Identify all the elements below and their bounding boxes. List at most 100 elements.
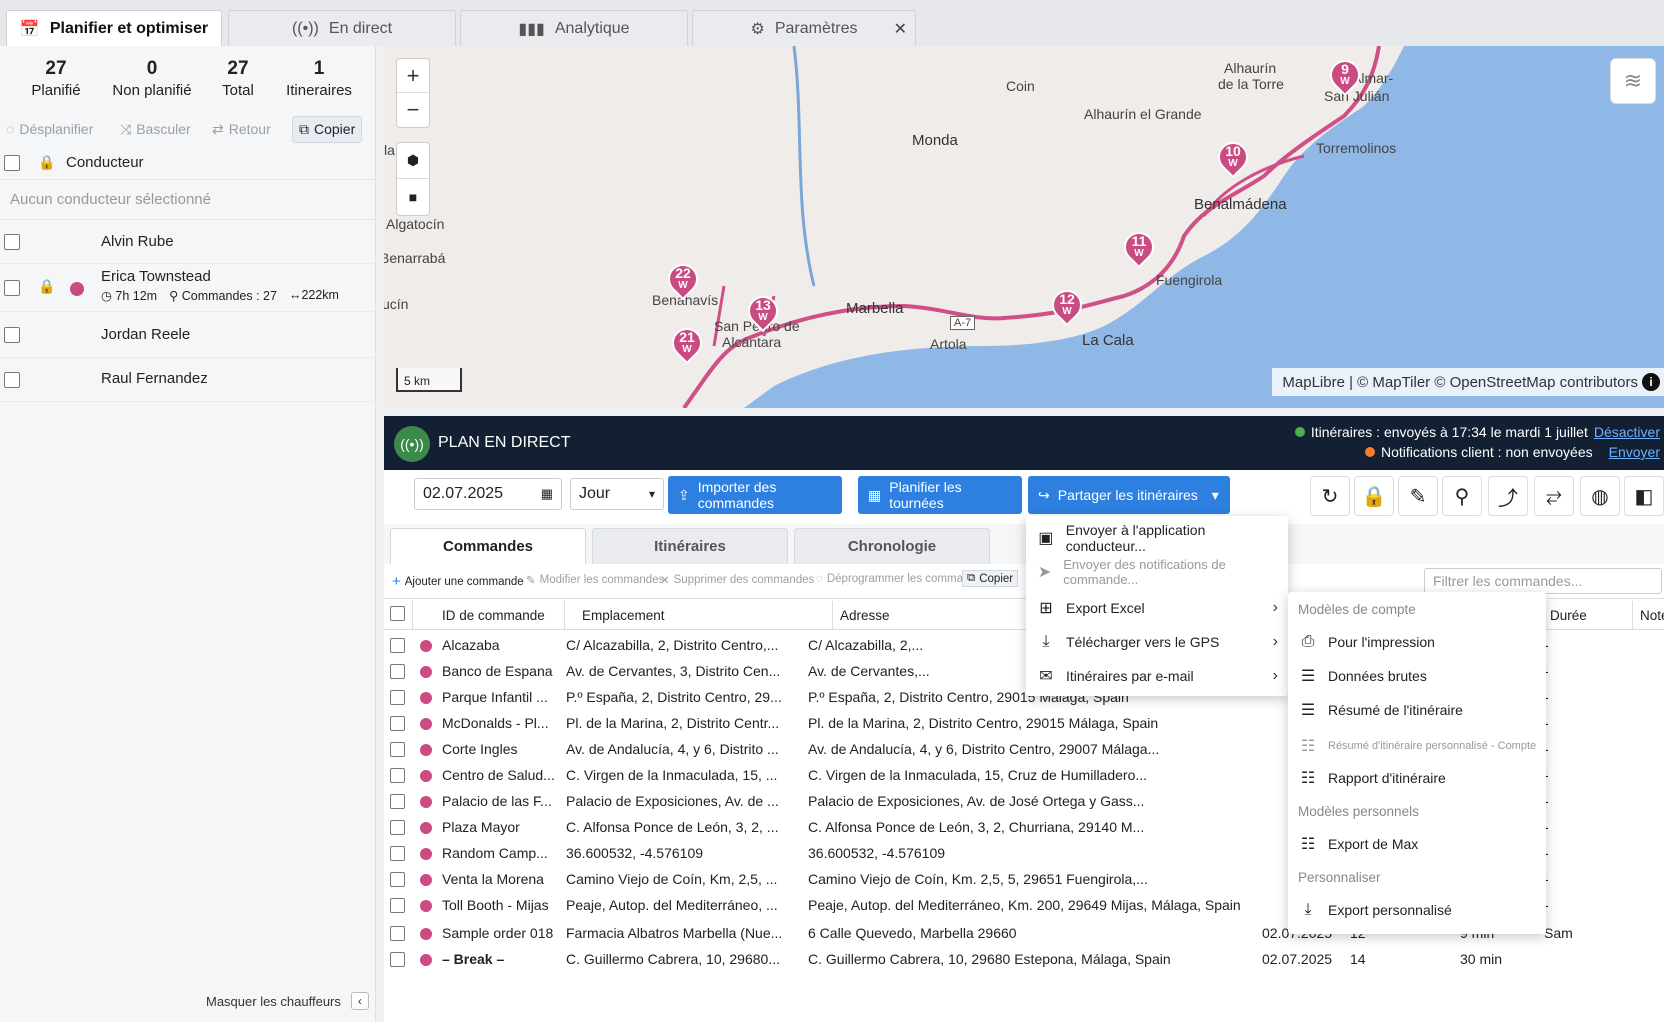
menu-item-route-report[interactable]: ☷ Rapport d'itinéraire	[1288, 762, 1546, 794]
order-id-cell: Banco de Espana	[442, 663, 553, 679]
copy-button[interactable]: ⧉ Copier	[292, 115, 363, 143]
driver-row[interactable]: Alvin Rube	[0, 220, 376, 264]
close-icon[interactable]: ✕	[894, 19, 907, 39]
info-icon[interactable]: i	[1642, 373, 1660, 391]
rectangle-tool-button[interactable]: ■	[397, 179, 429, 215]
menu-item-print[interactable]: ⎙ Pour l'impression	[1288, 626, 1546, 658]
column-header-duration[interactable]: Durée	[1550, 608, 1587, 623]
tab-timeline[interactable]: Chronologie	[794, 528, 990, 564]
route-stop-pin[interactable]: 21 W	[665, 321, 709, 374]
layers-icon: ≋	[1623, 68, 1643, 93]
order-id-cell: Palacio de las F...	[442, 793, 552, 809]
note-button[interactable]: ✎	[1398, 476, 1438, 516]
tab-routes[interactable]: Itinéraires	[592, 528, 788, 564]
filter-orders-input[interactable]: Filtrer les commandes... ⌕	[1424, 568, 1662, 594]
back-button[interactable]: ⇄ Retour	[212, 121, 271, 138]
send-link[interactable]: Envoyer	[1609, 444, 1660, 460]
edit-orders-button[interactable]: ✎ Modifier les commandes	[526, 573, 664, 587]
column-header-location[interactable]: Emplacement	[582, 608, 665, 623]
column-header-address[interactable]: Adresse	[840, 608, 890, 623]
route-stop-pin[interactable]: 13 W	[741, 289, 785, 342]
driver-checkbox[interactable]	[4, 372, 20, 388]
menu-item-gps[interactable]: ⤓ Télécharger vers le GPS ›	[1026, 626, 1288, 658]
zoom-in-button[interactable]: +	[397, 59, 429, 93]
order-status-dot	[420, 900, 432, 912]
driver-checkbox[interactable]	[4, 234, 20, 250]
table-row[interactable]: – Break – C. Guillermo Cabrera, 10, 29680…	[384, 946, 1664, 972]
menu-item-raw-data[interactable]: ☰ Données brutes	[1288, 660, 1546, 692]
menu-item-route-summary[interactable]: ☰ Résumé de l'itinéraire	[1288, 694, 1546, 726]
driver-row[interactable]: Jordan Reele	[0, 312, 376, 358]
unplan-button[interactable]: ◌ Désplanifier	[6, 121, 93, 137]
lock-button[interactable]: 🔒	[1354, 476, 1394, 516]
route-stop-pin[interactable]: 10 W	[1211, 135, 1255, 188]
menu-item-custom-export[interactable]: ⤓ Export personnalisé	[1288, 894, 1546, 926]
tab-plan-optimize[interactable]: 📅 Planifier et optimiser	[6, 10, 222, 46]
row-checkbox[interactable]	[390, 872, 405, 887]
hide-drivers-label[interactable]: Masquer les chauffeurs	[206, 994, 341, 1009]
period-select[interactable]: Jour ▾	[570, 478, 664, 510]
lock-icon[interactable]: 🔒	[38, 278, 55, 295]
tab-live[interactable]: ((•)) En direct	[228, 10, 456, 46]
tab-analytics[interactable]: ▮▮▮ Analytique	[460, 10, 688, 46]
deactivate-link[interactable]: Désactiver	[1594, 424, 1660, 440]
route-stop-pin[interactable]: 22 W	[661, 257, 705, 310]
tab-settings[interactable]: ⚙ Paramètres ✕	[692, 10, 916, 46]
zoom-out-button[interactable]: −	[397, 93, 429, 127]
share-routes-button[interactable]: ↪ Partager les itinéraires ▾	[1028, 476, 1230, 514]
panel-toggle-button[interactable]: ◧	[1624, 476, 1664, 516]
row-checkbox[interactable]	[390, 768, 405, 783]
driver-checkbox[interactable]	[4, 327, 20, 343]
tab-orders[interactable]: Commandes	[390, 528, 586, 564]
row-checkbox[interactable]	[390, 820, 405, 835]
select-all-orders-checkbox[interactable]	[390, 606, 405, 621]
polygon-tool-button[interactable]: ⬢	[397, 143, 429, 179]
select-all-drivers-checkbox[interactable]	[4, 154, 20, 171]
row-checkbox[interactable]	[390, 742, 405, 757]
menu-item-email[interactable]: ✉ Itinéraires par e-mail ›	[1026, 660, 1288, 692]
row-checkbox[interactable]	[390, 638, 405, 653]
route-stop-pin[interactable]: 11 W	[1117, 225, 1161, 278]
row-checkbox[interactable]	[390, 846, 405, 861]
plan-routes-button[interactable]: ▦ Planifier les tournées	[858, 476, 1022, 514]
order-address-cell: Pl. de la Marina, 2, Distrito Centro, 29…	[808, 715, 1159, 731]
row-checkbox[interactable]	[390, 690, 405, 705]
bar-chart-icon: ▮▮▮	[518, 20, 545, 38]
route-stop-pin[interactable]: 9W	[1323, 53, 1367, 106]
order-status-dot	[420, 718, 432, 730]
order-status-dot	[420, 770, 432, 782]
chevron-right-icon: ›	[1272, 667, 1278, 684]
path-button[interactable]: ⥂	[1534, 476, 1574, 516]
collapse-panel-button[interactable]: ‹	[350, 992, 369, 1010]
menu-item-max-export[interactable]: ☷ Export de Max	[1288, 828, 1546, 860]
map-view[interactable]: Coin Alhaurín de la Torre Alhaurín el Gr…	[384, 46, 1664, 408]
row-checkbox[interactable]	[390, 898, 405, 913]
globe-button[interactable]: ◍	[1580, 476, 1620, 516]
row-checkbox[interactable]	[390, 794, 405, 809]
menu-item-driver-app[interactable]: ▣ Envoyer à l'application conducteur...	[1026, 522, 1288, 554]
menu-item-excel[interactable]: ⊞ Export Excel ›	[1026, 592, 1288, 624]
layers-button[interactable]: ≋	[1610, 58, 1656, 104]
import-orders-button[interactable]: ⇪ Importer des commandes	[668, 476, 842, 514]
delete-orders-button[interactable]: ✕ Supprimer des commandes	[660, 573, 814, 587]
driver-row[interactable]: 🔒 Erica Townstead ◷ 7h 12m ⚲ Commandes :…	[0, 264, 376, 312]
copy-orders-button[interactable]: ⧉ Copier	[962, 570, 1019, 587]
order-location-cell: Camino Viejo de Coín, Km, 2,5, ...	[566, 871, 778, 887]
column-header-note[interactable]: Note	[1640, 608, 1664, 623]
row-checkbox[interactable]	[390, 926, 405, 941]
menu-item-custom-summary[interactable]: ☷ Résumé d'itinéraire personnalisé - Comp…	[1288, 730, 1546, 762]
add-order-button[interactable]: + Ajouter une commande	[392, 573, 524, 590]
refresh-button[interactable]: ↻	[1310, 476, 1350, 516]
driver-row[interactable]: Raul Fernandez	[0, 358, 376, 402]
route-button[interactable]: ⤴	[1488, 476, 1528, 516]
driver-checkbox[interactable]	[4, 280, 20, 296]
route-stop-pin[interactable]: 12 W	[1045, 283, 1089, 336]
date-picker[interactable]: 02.07.2025 ▦	[414, 478, 562, 510]
row-checkbox[interactable]	[390, 716, 405, 731]
order-id-cell: Random Camp...	[442, 845, 548, 861]
location-button[interactable]: ⚲	[1442, 476, 1482, 516]
row-checkbox[interactable]	[390, 952, 405, 967]
toggle-button[interactable]: ⤨ Basculer	[120, 121, 191, 138]
row-checkbox[interactable]	[390, 664, 405, 679]
column-header-id[interactable]: ID de commande	[442, 608, 545, 623]
